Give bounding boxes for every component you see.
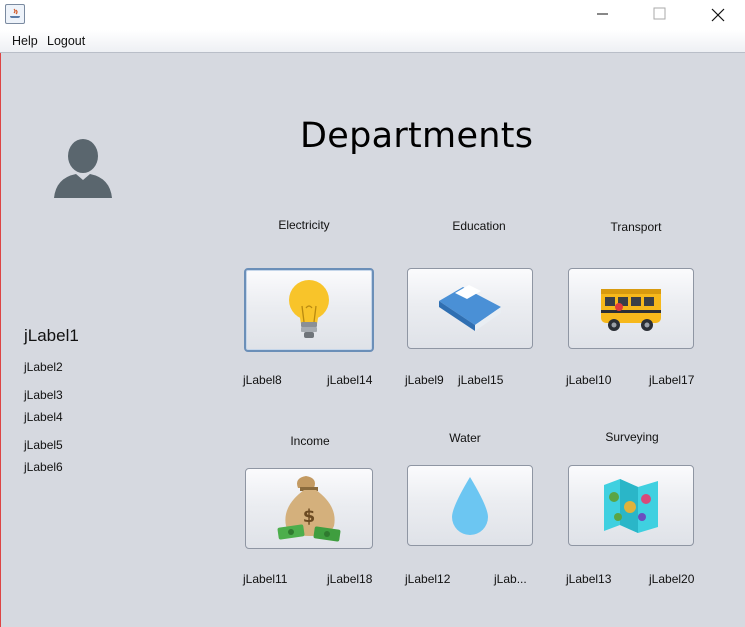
dept-title-electricity: Electricity bbox=[278, 218, 330, 232]
sidebar-label-2: jLabel2 bbox=[24, 360, 63, 374]
menu-help[interactable]: Help bbox=[12, 34, 38, 48]
sidebar-label-3: jLabel3 bbox=[24, 388, 63, 402]
money-bag-icon: $ bbox=[277, 475, 341, 541]
dept-title-transport: Transport bbox=[610, 220, 662, 234]
income-label-2: jLabel18 bbox=[327, 572, 373, 586]
education-label-2: jLabel15 bbox=[458, 373, 504, 387]
dept-title-surveying: Surveying bbox=[605, 430, 659, 444]
transport-label-1: jLabel10 bbox=[566, 373, 612, 387]
transport-button[interactable] bbox=[568, 268, 694, 349]
surveying-label-2: jLabel20 bbox=[649, 572, 695, 586]
dept-title-education: Education bbox=[452, 219, 506, 233]
svg-text:$: $ bbox=[303, 506, 316, 527]
page-title: Departments bbox=[300, 116, 534, 156]
map-icon bbox=[604, 478, 658, 533]
dept-title-water: Water bbox=[449, 431, 481, 445]
java-app-icon bbox=[5, 4, 25, 24]
income-label-1: jLabel11 bbox=[243, 572, 288, 586]
minimize-button[interactable] bbox=[580, 0, 626, 30]
sidebar-label-6: jLabel6 bbox=[24, 460, 63, 474]
sidebar-label-4: jLabel4 bbox=[24, 410, 63, 424]
transport-label-2: jLabel17 bbox=[649, 373, 695, 387]
education-button[interactable] bbox=[407, 268, 533, 349]
water-label-1: jLabel12 bbox=[405, 572, 451, 586]
electricity-label-2: jLabel14 bbox=[327, 373, 373, 387]
sidebar-label-5: jLabel5 bbox=[24, 438, 63, 452]
water-drop-icon bbox=[452, 476, 488, 535]
education-label-1: jLabel9 bbox=[405, 373, 444, 387]
water-label-2: jLab... bbox=[494, 572, 527, 586]
electricity-label-1: jLabel8 bbox=[243, 373, 282, 387]
book-icon bbox=[439, 284, 501, 331]
title-bar bbox=[0, 0, 745, 30]
surveying-label-1: jLabel13 bbox=[566, 572, 612, 586]
menu-bar: Help Logout bbox=[0, 30, 745, 53]
user-name-label: jLabel1 bbox=[24, 326, 79, 345]
menu-logout[interactable]: Logout bbox=[47, 34, 85, 48]
electricity-button[interactable] bbox=[244, 268, 374, 352]
water-button[interactable] bbox=[407, 465, 533, 546]
dept-title-income: Income bbox=[290, 434, 330, 448]
user-avatar-icon bbox=[54, 139, 112, 198]
income-button[interactable]: $ bbox=[245, 468, 373, 549]
maximize-button[interactable] bbox=[636, 0, 682, 30]
lightbulb-icon bbox=[289, 280, 329, 338]
surveying-button[interactable] bbox=[568, 465, 694, 546]
bus-icon bbox=[601, 288, 661, 331]
close-button[interactable] bbox=[696, 0, 742, 30]
